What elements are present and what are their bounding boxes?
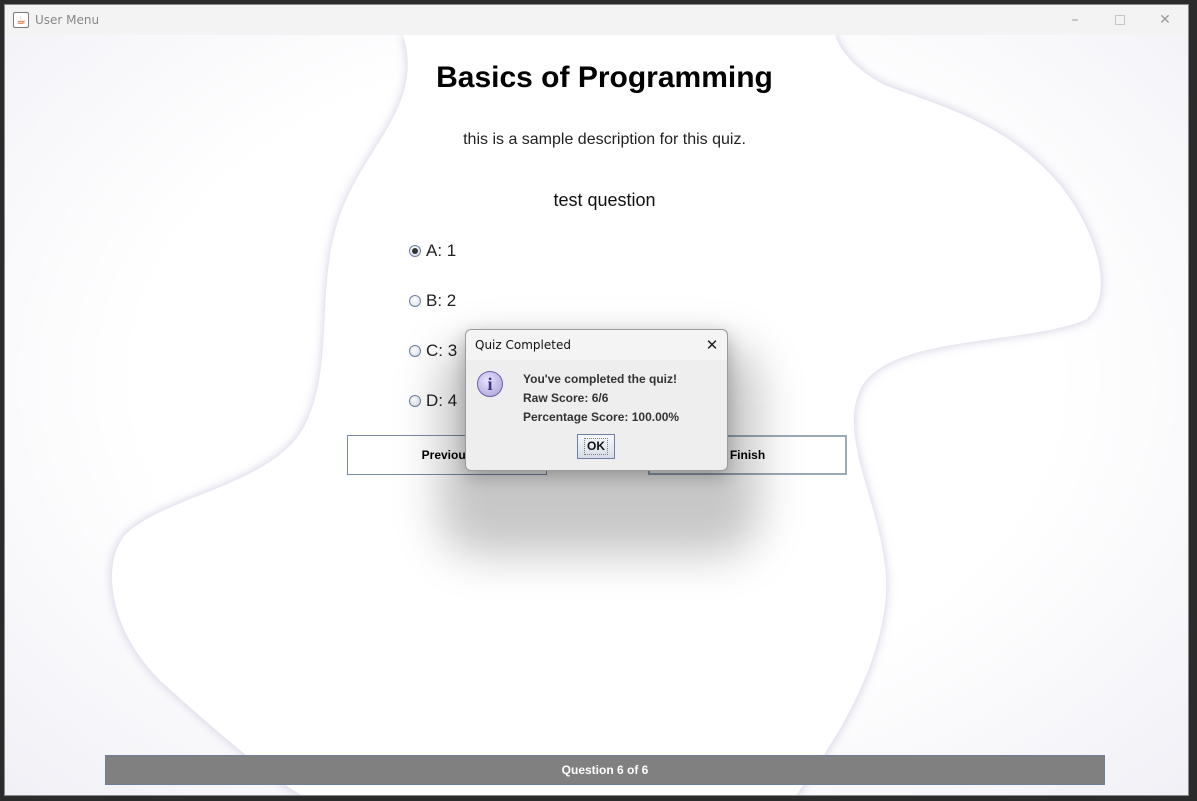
- close-window-button[interactable]: ✕: [1142, 5, 1188, 35]
- radio-selected-icon[interactable]: [409, 245, 421, 257]
- main-window: ☕ User Menu – ✕ Basics of Programming th…: [4, 4, 1189, 796]
- question-text: test question: [553, 190, 656, 210]
- dialog-percentage-score: Percentage Score: 100.00%: [523, 410, 680, 424]
- close-icon: ✕: [705, 336, 719, 354]
- radio-icon[interactable]: [409, 395, 421, 407]
- option-a[interactable]: A: 1: [409, 241, 456, 261]
- dialog-close-button[interactable]: ✕: [700, 334, 724, 356]
- question-progress-label: Question 6 of 6: [561, 763, 649, 777]
- dialog-title: Quiz Completed: [475, 338, 571, 352]
- ok-label: OK: [584, 438, 608, 455]
- quiz-panel: Basics of Programming this is a sample d…: [5, 35, 1188, 795]
- minimize-icon: –: [1071, 12, 1079, 28]
- quiz-description: this is a sample description for this qu…: [463, 131, 746, 148]
- info-icon: i: [477, 371, 503, 397]
- minimize-button[interactable]: –: [1052, 5, 1098, 35]
- quiz-completed-dialog: Quiz Completed ✕ i You've completed the …: [465, 329, 728, 471]
- window-title: User Menu: [35, 13, 100, 27]
- ok-button[interactable]: OK: [577, 434, 615, 459]
- radio-icon[interactable]: [409, 295, 421, 307]
- radio-icon[interactable]: [409, 345, 421, 357]
- maximize-icon: [1115, 15, 1125, 25]
- dialog-message-line: You've completed the quiz!: [523, 372, 677, 386]
- option-label: A: 1: [426, 241, 457, 260]
- question-progress-bar: Question 6 of 6: [105, 755, 1105, 785]
- quiz-title: Basics of Programming: [436, 61, 773, 94]
- maximize-button[interactable]: [1097, 5, 1143, 35]
- close-icon: ✕: [1159, 12, 1171, 28]
- java-cup-icon: ☕: [13, 12, 29, 28]
- window-titlebar[interactable]: ☕ User Menu – ✕: [5, 5, 1188, 35]
- dialog-raw-score: Raw Score: 6/6: [523, 391, 609, 405]
- dialog-titlebar[interactable]: Quiz Completed ✕: [466, 330, 727, 360]
- option-label: B: 2: [426, 291, 457, 310]
- option-b[interactable]: B: 2: [409, 291, 456, 311]
